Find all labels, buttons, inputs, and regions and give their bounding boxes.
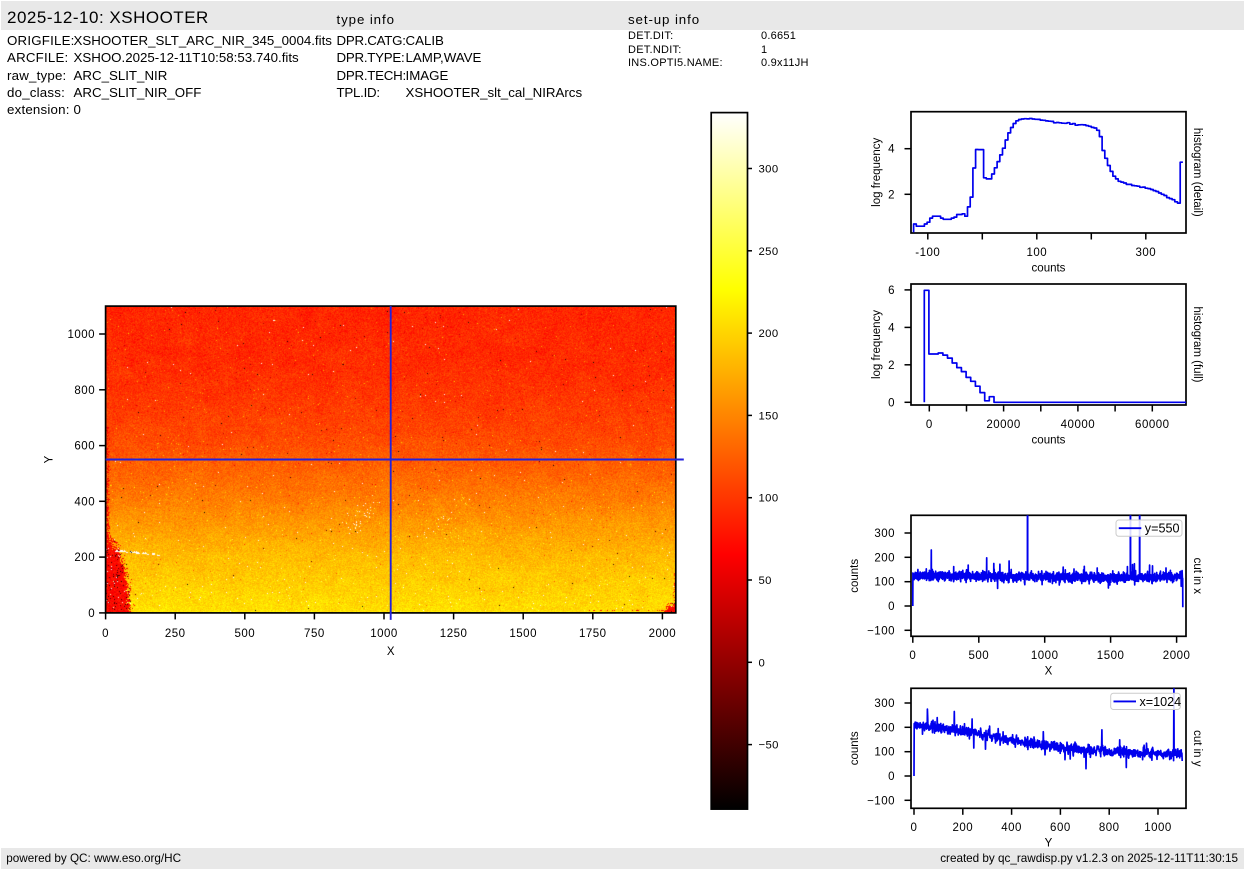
- svg-text:2000: 2000: [1163, 650, 1191, 662]
- svg-text:300: 300: [874, 528, 895, 540]
- svg-text:−100: −100: [867, 795, 895, 807]
- svg-text:cut in x: cut in x: [1191, 558, 1203, 595]
- svg-text:4: 4: [888, 144, 895, 156]
- svg-text:2: 2: [888, 189, 895, 201]
- svg-text:20000: 20000: [986, 419, 1020, 431]
- svg-text:200: 200: [952, 822, 973, 834]
- svg-text:0: 0: [888, 397, 895, 409]
- svg-text:0: 0: [909, 650, 916, 662]
- svg-text:counts: counts: [849, 731, 861, 765]
- svg-text:150: 150: [759, 410, 779, 422]
- svg-text:500: 500: [234, 628, 255, 640]
- svg-text:0: 0: [888, 601, 895, 613]
- svg-text:counts: counts: [1032, 435, 1066, 447]
- svg-text:1250: 1250: [440, 628, 468, 640]
- svg-text:300: 300: [874, 698, 895, 710]
- svg-text:800: 800: [74, 385, 95, 397]
- svg-text:4: 4: [888, 322, 895, 334]
- svg-text:histogram (detail): histogram (detail): [1191, 128, 1203, 217]
- svg-text:-100: -100: [915, 247, 940, 259]
- svg-text:0: 0: [926, 419, 933, 431]
- svg-text:400: 400: [74, 496, 95, 508]
- svg-text:200: 200: [874, 722, 895, 734]
- svg-text:X: X: [1045, 666, 1053, 678]
- svg-text:400: 400: [1001, 822, 1022, 834]
- svg-text:200: 200: [74, 552, 95, 564]
- svg-text:cut in y: cut in y: [1191, 730, 1203, 767]
- svg-text:−50: −50: [759, 740, 779, 752]
- svg-text:1000: 1000: [370, 628, 398, 640]
- svg-text:1000: 1000: [68, 329, 96, 341]
- svg-text:log frequency: log frequency: [871, 138, 883, 207]
- svg-text:0: 0: [759, 657, 766, 669]
- svg-text:Y: Y: [44, 455, 56, 463]
- svg-text:0: 0: [102, 628, 109, 640]
- svg-text:−100: −100: [867, 625, 895, 637]
- svg-text:1500: 1500: [509, 628, 537, 640]
- svg-text:600: 600: [74, 441, 95, 453]
- svg-text:200: 200: [874, 552, 895, 564]
- svg-text:250: 250: [165, 628, 186, 640]
- svg-text:40000: 40000: [1061, 419, 1095, 431]
- svg-text:600: 600: [1050, 822, 1071, 834]
- svg-text:x=1024: x=1024: [1140, 695, 1182, 709]
- svg-text:100: 100: [874, 577, 895, 589]
- svg-text:50: 50: [759, 575, 772, 587]
- svg-text:1000: 1000: [1144, 822, 1172, 834]
- svg-text:log frequency: log frequency: [871, 310, 883, 379]
- svg-text:counts: counts: [849, 559, 861, 593]
- svg-text:250: 250: [759, 246, 779, 258]
- svg-text:300: 300: [759, 164, 779, 176]
- svg-text:500: 500: [968, 650, 989, 662]
- svg-text:Y: Y: [1045, 838, 1053, 850]
- svg-text:300: 300: [1135, 247, 1156, 259]
- svg-text:800: 800: [1099, 822, 1120, 834]
- svg-text:0: 0: [911, 822, 918, 834]
- svg-text:100: 100: [1026, 247, 1047, 259]
- svg-text:750: 750: [304, 628, 325, 640]
- svg-text:1000: 1000: [1031, 650, 1059, 662]
- svg-text:counts: counts: [1032, 263, 1066, 275]
- svg-text:2000: 2000: [649, 628, 677, 640]
- svg-text:X: X: [387, 646, 395, 658]
- svg-text:0: 0: [888, 771, 895, 783]
- svg-text:y=550: y=550: [1145, 522, 1180, 536]
- svg-text:histogram (full): histogram (full): [1191, 306, 1203, 382]
- svg-text:0: 0: [88, 608, 95, 620]
- svg-text:200: 200: [759, 328, 779, 340]
- svg-text:2: 2: [888, 360, 895, 372]
- svg-text:6: 6: [888, 285, 895, 297]
- svg-text:100: 100: [759, 493, 779, 505]
- svg-text:60000: 60000: [1135, 419, 1169, 431]
- svg-text:1500: 1500: [1097, 650, 1125, 662]
- svg-text:100: 100: [874, 747, 895, 759]
- svg-text:1750: 1750: [579, 628, 607, 640]
